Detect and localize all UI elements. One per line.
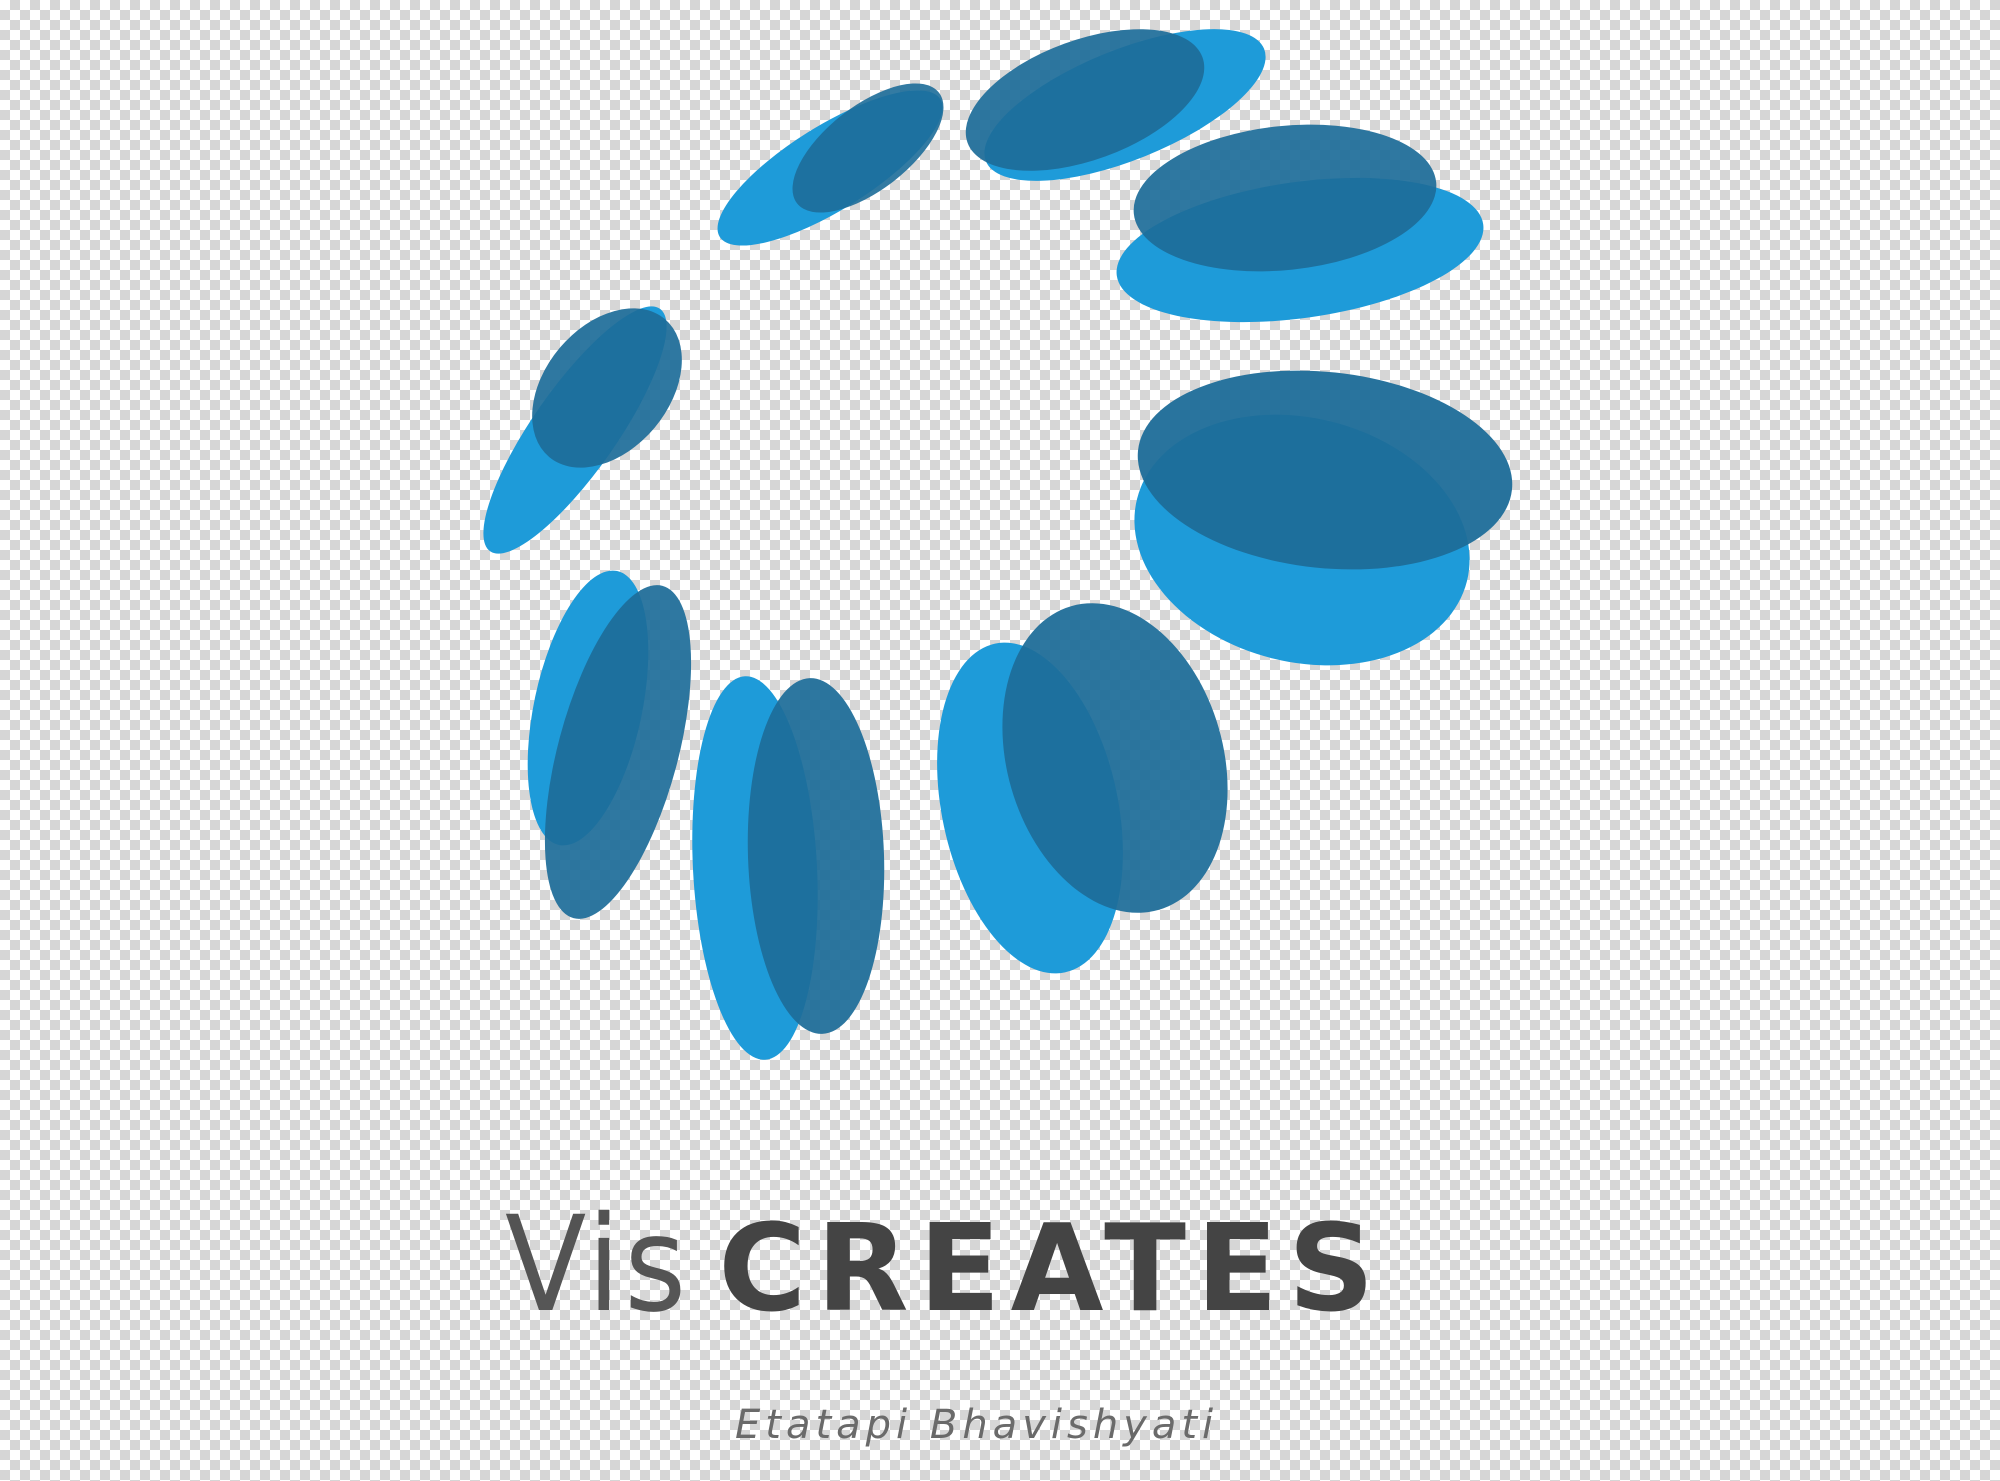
- petal-6: [527, 570, 692, 919]
- brand-tagline: Etatapi Bhavishyati: [735, 1402, 1219, 1448]
- transparent-canvas: Vis CREATES Etatapi Bhavishyati: [0, 0, 2000, 1481]
- petal-1: [717, 83, 944, 246]
- petal-8: [937, 603, 1228, 974]
- petal-7: [692, 676, 885, 1060]
- brand-name-light: Vis: [505, 1188, 691, 1342]
- petal-5: [483, 306, 682, 554]
- brand-wordmark: Vis CREATES: [505, 1190, 1505, 1340]
- brand-name-bold: CREATES: [718, 1200, 1385, 1339]
